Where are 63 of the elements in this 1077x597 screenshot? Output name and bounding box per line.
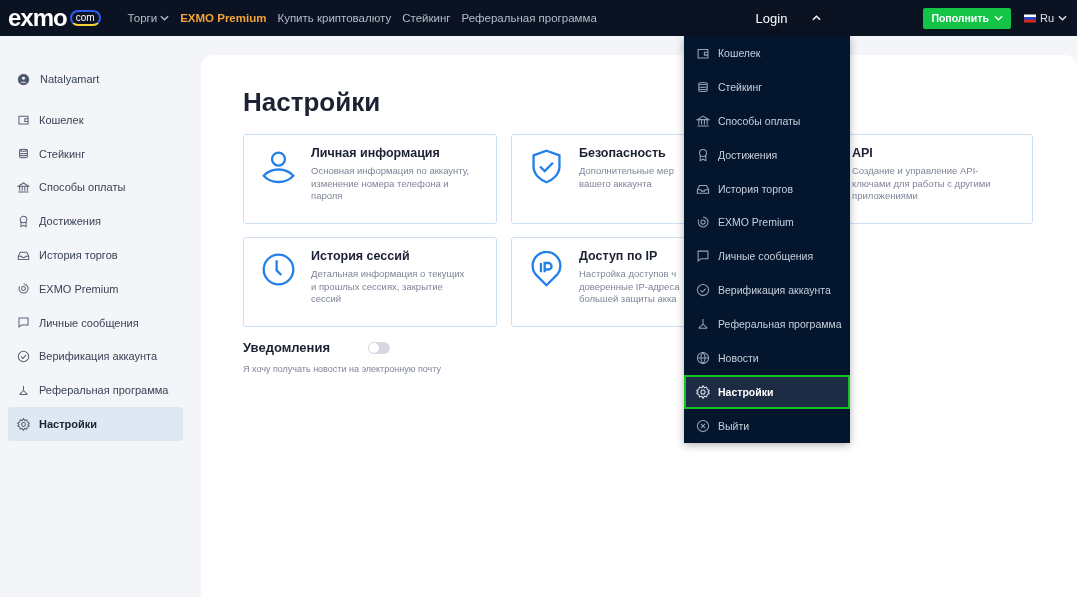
card-title: Безопасность bbox=[579, 146, 667, 160]
coins-icon bbox=[696, 79, 710, 94]
caret-icon bbox=[1058, 15, 1067, 21]
sidebar-item[interactable]: История торгов bbox=[8, 238, 183, 272]
sidebar-item[interactable]: EXMO Premium bbox=[8, 272, 183, 306]
target-icon bbox=[696, 215, 710, 230]
sidebar-item[interactable]: Кошелек bbox=[8, 103, 183, 137]
nav-link[interactable]: Реферальная программа bbox=[461, 12, 597, 24]
globe-icon bbox=[696, 350, 710, 365]
chat-icon bbox=[696, 249, 710, 264]
coins-icon bbox=[17, 147, 30, 161]
nav-link[interactable]: Торги bbox=[127, 12, 170, 24]
notifications-toggle[interactable] bbox=[368, 341, 391, 354]
flag-icon bbox=[1023, 13, 1036, 23]
user-icon bbox=[17, 72, 30, 86]
card-title: Доступ по IP bbox=[579, 249, 659, 263]
menu-item[interactable]: Кошелек bbox=[684, 36, 850, 70]
caret-icon bbox=[993, 15, 1003, 21]
menu-item[interactable]: Настройки bbox=[684, 374, 850, 409]
card-title: История сессий bbox=[311, 249, 411, 263]
settings-icon bbox=[696, 384, 710, 399]
bank-icon bbox=[696, 113, 710, 128]
menu-item[interactable]: Выйти bbox=[684, 408, 850, 443]
card-title: Личная информация bbox=[311, 146, 441, 160]
sidebar-item[interactable]: Стейкинг bbox=[8, 136, 183, 171]
nav-link[interactable]: EXMO Premium bbox=[180, 12, 267, 24]
menu-item[interactable]: Новости bbox=[684, 341, 850, 375]
account-button[interactable]: Login bbox=[755, 10, 822, 26]
card-description: Детальная информация о текущих и прошлых сессиях, закрытие сессий bbox=[311, 268, 465, 306]
sidebar-item[interactable]: Личные сообщения bbox=[8, 305, 183, 340]
wallet-icon bbox=[17, 113, 30, 127]
sidebar-item[interactable]: Способы оплаты bbox=[8, 170, 183, 205]
sidebar-item[interactable]: Настройки bbox=[8, 407, 183, 441]
sidebar-item[interactable]: Реферальная программа bbox=[8, 373, 183, 408]
sidebar-item[interactable]: Верификация аккаунта bbox=[8, 339, 183, 374]
pin-icon bbox=[528, 251, 565, 288]
card-description: Дополнительные мер вашего аккаунта bbox=[579, 165, 674, 190]
settings-card[interactable]: Личная информация Основная информация по аккаунту, изменение номера телефона и пароля bbox=[243, 134, 497, 224]
sidebar-item[interactable]: Достижения bbox=[8, 204, 183, 239]
notifications-description: Я хочу получать новости на электронную почту bbox=[243, 364, 443, 374]
menu-item[interactable]: Стейкинг bbox=[684, 69, 850, 104]
settings-card[interactable]: История сессий Детальная информация о текущих и прошлых сессиях, закрытие сессий bbox=[243, 237, 497, 327]
logo[interactable]: exmo bbox=[8, 6, 67, 30]
close-icon bbox=[696, 418, 710, 433]
logo-badge: com bbox=[69, 10, 101, 26]
clock-icon bbox=[260, 251, 297, 288]
target-icon bbox=[17, 282, 30, 296]
chat-icon bbox=[17, 316, 30, 330]
card-description: Создание и управление API- ключами для работы с другими приложениями bbox=[852, 165, 991, 203]
notifications-label: Уведомления bbox=[243, 340, 331, 355]
card-description: Настройка доступов ч доверенные IP-адреса большей защиты акка bbox=[579, 268, 680, 306]
caret-icon bbox=[812, 15, 822, 21]
bank-icon bbox=[17, 181, 30, 194]
user-name[interactable]: Natalyamart bbox=[40, 73, 100, 85]
settings-icon bbox=[17, 417, 30, 431]
nav-link[interactable]: Стейкинг bbox=[402, 12, 451, 24]
language-selector[interactable]: Ru bbox=[1023, 12, 1067, 24]
card-description: Основная информация по аккаунту, изменение номера телефона и пароля bbox=[311, 165, 470, 203]
award-icon bbox=[17, 214, 30, 228]
nav-link[interactable]: Купить криптовалюту bbox=[277, 12, 392, 24]
card-title: API bbox=[852, 146, 874, 160]
person-icon bbox=[260, 148, 297, 185]
award-icon bbox=[696, 147, 710, 162]
